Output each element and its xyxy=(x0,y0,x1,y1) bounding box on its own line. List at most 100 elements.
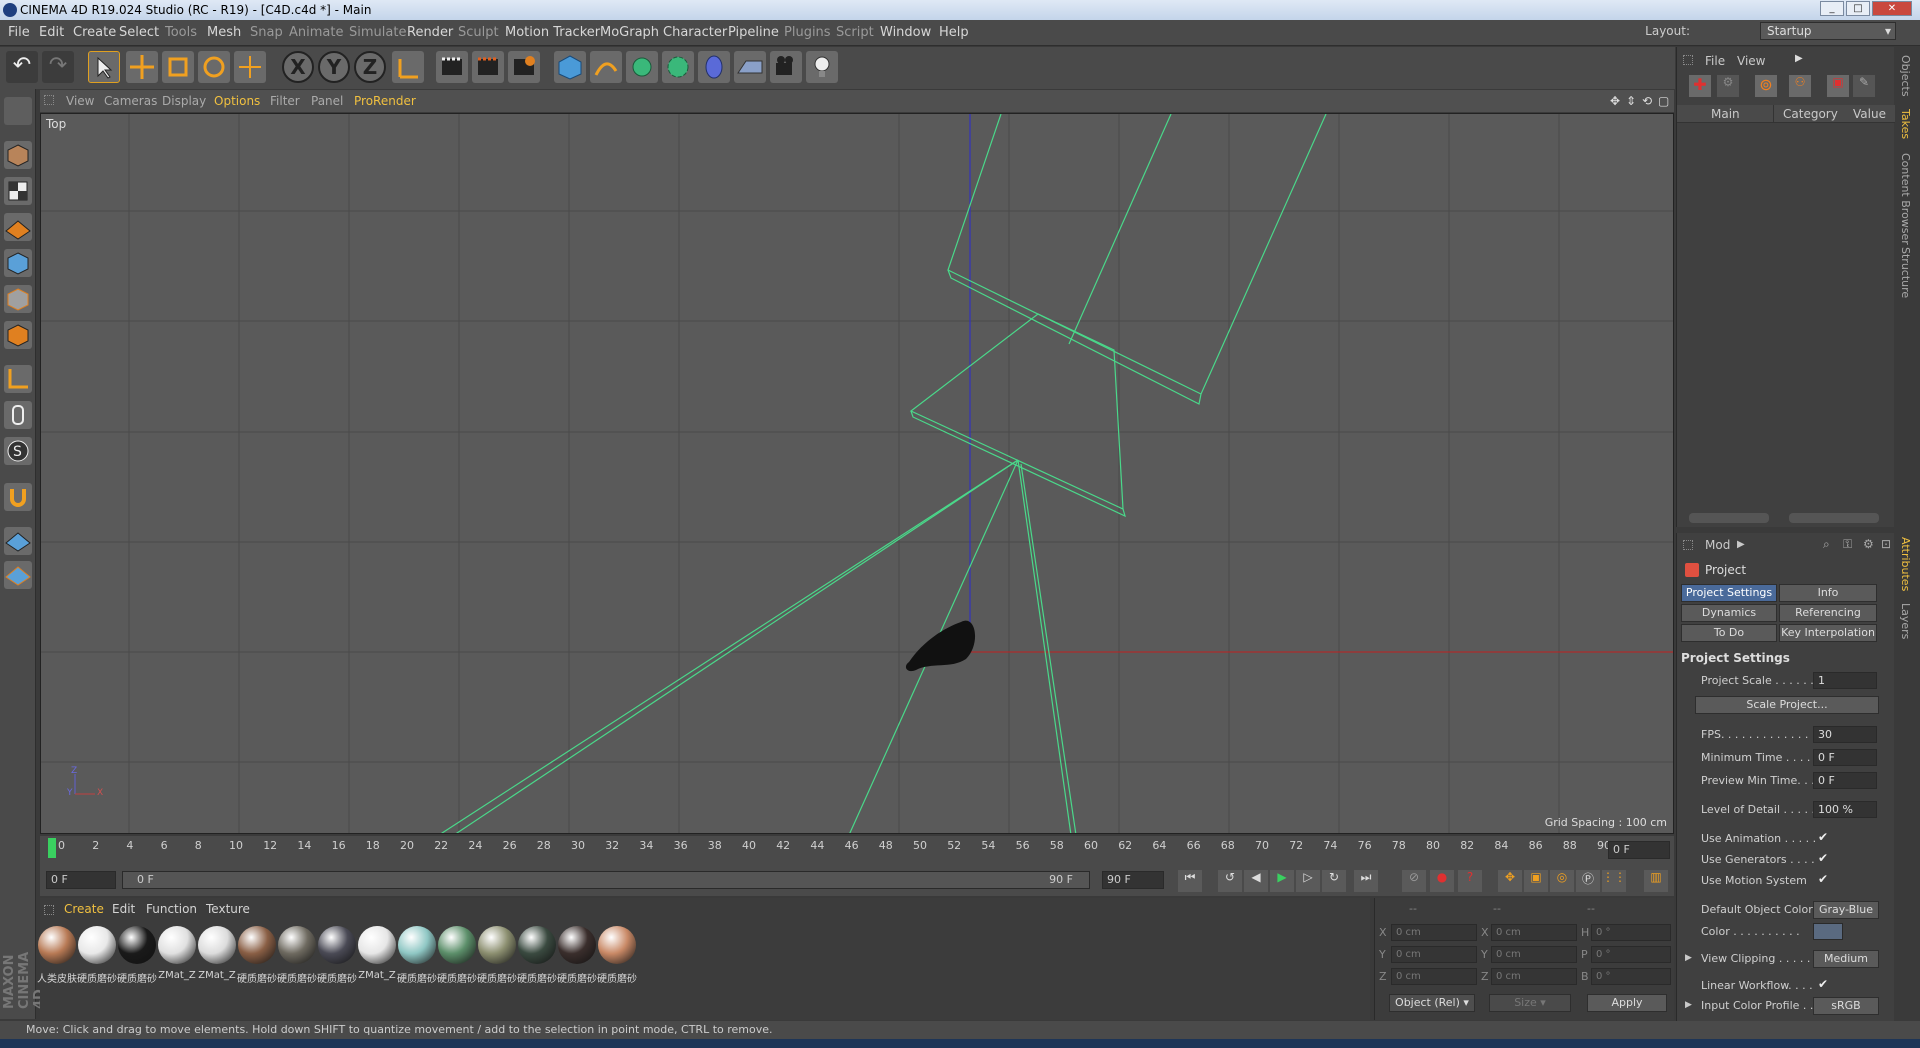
render-take-icon[interactable]: ▣ xyxy=(1827,75,1849,97)
minimize-button[interactable]: _ xyxy=(1820,1,1844,16)
position-z-field[interactable]: 0 cm xyxy=(1391,968,1477,985)
vp-menu-filter[interactable]: Filter xyxy=(270,94,300,108)
menu-edit[interactable]: Edit xyxy=(39,25,64,40)
attr-search-icon[interactable]: ⌕ xyxy=(1823,537,1830,552)
vp-menu-panel[interactable]: Panel xyxy=(311,94,343,108)
expand-arrow-icon[interactable]: ▶ xyxy=(1685,953,1692,963)
autokey-icon[interactable]: ● xyxy=(1430,870,1454,892)
menu-motion-tracker[interactable]: Motion Tracker xyxy=(505,25,600,40)
planar-workplane-icon[interactable] xyxy=(4,561,32,589)
snap-icon[interactable] xyxy=(4,483,32,511)
tab-to-do[interactable]: To Do xyxy=(1681,624,1777,642)
side-tab-layers[interactable]: Layers xyxy=(1899,603,1912,639)
default-object-color-select[interactable]: Gray-Blue xyxy=(1813,901,1879,919)
mat-menu-edit[interactable]: Edit xyxy=(112,902,135,916)
previous-key-icon[interactable]: ↺ xyxy=(1218,870,1242,892)
vp-menu-view[interactable]: View xyxy=(66,94,94,108)
menu-mograph[interactable]: MoGraph xyxy=(600,25,659,40)
rotate-tool-icon[interactable] xyxy=(198,51,230,83)
rotation-h-field[interactable]: 0 ° xyxy=(1591,924,1671,941)
pen-spline-icon[interactable] xyxy=(590,51,622,83)
h-scrollbar-left[interactable] xyxy=(1689,513,1769,523)
tab-info[interactable]: Info xyxy=(1779,584,1877,602)
menu-help[interactable]: Help xyxy=(939,25,969,40)
use-animation-checkbox[interactable]: ✔ xyxy=(1818,830,1828,844)
lock-workplane-icon[interactable] xyxy=(4,527,32,555)
timeline-window-icon[interactable]: ▥ xyxy=(1644,870,1668,892)
transform-tool-icon[interactable] xyxy=(234,51,266,83)
attr-expand-icon[interactable]: ⊡ xyxy=(1881,537,1891,551)
material-swatch[interactable]: 硬质磨砂 xyxy=(594,924,640,990)
camera-icon[interactable] xyxy=(770,51,802,83)
use-motion-system-checkbox[interactable]: ✔ xyxy=(1818,872,1828,886)
dolly-view-icon[interactable]: ⇕ xyxy=(1626,94,1636,108)
attr-settings-icon[interactable]: ⚙ xyxy=(1863,537,1874,551)
minimum-time-field[interactable]: 0 F xyxy=(1813,749,1877,766)
menu-window[interactable]: Window xyxy=(880,25,931,40)
array-icon[interactable] xyxy=(662,51,694,83)
side-tab-attributes[interactable]: Attributes xyxy=(1899,537,1912,591)
obj-menu-view[interactable]: View xyxy=(1737,54,1765,68)
solo-icon[interactable]: S xyxy=(4,437,32,465)
go-to-end-icon[interactable]: ⏭ xyxy=(1354,870,1378,892)
mat-menu-texture[interactable]: Texture xyxy=(206,902,250,916)
menu-snap[interactable]: Snap xyxy=(250,25,283,40)
viewport-top[interactable]: Top Z Y X Grid Spacing : 100 cm xyxy=(40,113,1674,834)
side-tab-takes[interactable]: Takes xyxy=(1899,109,1912,139)
menu-animate[interactable]: Animate xyxy=(289,25,343,40)
menu-render[interactable]: Render xyxy=(407,25,453,40)
redo-icon[interactable]: ↷ xyxy=(42,51,74,83)
vp-menu-cameras[interactable]: Cameras xyxy=(104,94,157,108)
maximize-button[interactable]: □ xyxy=(1846,1,1870,16)
coordinate-system-icon[interactable] xyxy=(392,51,424,83)
size-z-field[interactable]: 0 cm xyxy=(1491,968,1577,985)
frame-range-slider[interactable]: 0 F 90 F xyxy=(122,871,1090,889)
close-button[interactable]: ✕ xyxy=(1872,1,1912,16)
size-x-field[interactable]: 0 cm xyxy=(1491,924,1577,941)
level-of-detail-field[interactable]: 100 % xyxy=(1813,801,1877,818)
tab-dynamics[interactable]: Dynamics xyxy=(1681,604,1777,622)
tab-project-settings[interactable]: Project Settings xyxy=(1681,584,1777,602)
size-mode-select[interactable]: Size ▾ xyxy=(1489,994,1571,1012)
expand-arrow-icon-2[interactable]: ▶ xyxy=(1685,1000,1692,1010)
model-mode-icon[interactable] xyxy=(4,141,32,169)
side-tab-objects[interactable]: Objects xyxy=(1899,55,1912,97)
vp-menu-prorender[interactable]: ProRender xyxy=(354,94,416,108)
apply-button[interactable]: Apply xyxy=(1587,994,1667,1012)
record-keys-icon[interactable]: ⊘ xyxy=(1402,870,1426,892)
attr-lock-icon[interactable]: ⚿ xyxy=(1843,537,1852,552)
project-scale-field[interactable]: 1 xyxy=(1813,672,1877,689)
h-scrollbar-right[interactable] xyxy=(1789,513,1879,523)
key-parameter-icon[interactable]: Ⓟ xyxy=(1576,870,1600,892)
go-to-start-icon[interactable]: ⏮ xyxy=(1178,870,1202,892)
view-clipping-select[interactable]: Medium xyxy=(1813,950,1879,968)
next-frame-icon[interactable]: ▷ xyxy=(1296,870,1320,892)
rotation-b-field[interactable]: 0 ° xyxy=(1591,968,1671,985)
tweak-mode-icon[interactable] xyxy=(4,401,32,429)
menu-script[interactable]: Script xyxy=(836,25,874,40)
menu-mesh[interactable]: Mesh xyxy=(207,25,241,40)
x-axis-lock-icon[interactable]: X xyxy=(282,51,314,83)
color-swatch[interactable] xyxy=(1813,923,1843,940)
key-scale-icon[interactable]: ▣ xyxy=(1524,870,1548,892)
deformer-icon[interactable] xyxy=(698,51,730,83)
render-view-icon[interactable] xyxy=(436,51,468,83)
points-mode-icon[interactable] xyxy=(4,249,32,277)
menu-character[interactable]: Character xyxy=(663,25,727,40)
take-clone-icon[interactable]: ⚙ xyxy=(1717,75,1739,97)
play-icon[interactable]: ▶ xyxy=(1270,870,1294,892)
current-frame-field[interactable]: 0 F xyxy=(1608,841,1670,859)
menu-create[interactable]: Create xyxy=(73,25,116,40)
mat-menu-function[interactable]: Function xyxy=(146,902,197,916)
obj-menu-arrow-icon[interactable]: ▶ xyxy=(1795,53,1803,64)
render-settings-icon[interactable] xyxy=(508,51,540,83)
make-editable-icon[interactable] xyxy=(4,97,32,125)
axis-mode-icon[interactable] xyxy=(4,365,32,393)
polygons-mode-icon[interactable] xyxy=(4,321,32,349)
input-color-profile-select[interactable]: sRGB xyxy=(1813,997,1879,1015)
menu-file[interactable]: File xyxy=(8,25,30,40)
subdivision-icon[interactable] xyxy=(626,51,658,83)
mat-menu-create[interactable]: Create xyxy=(64,902,104,916)
rotation-p-field[interactable]: 0 ° xyxy=(1591,946,1671,963)
z-axis-lock-icon[interactable]: Z xyxy=(354,51,386,83)
